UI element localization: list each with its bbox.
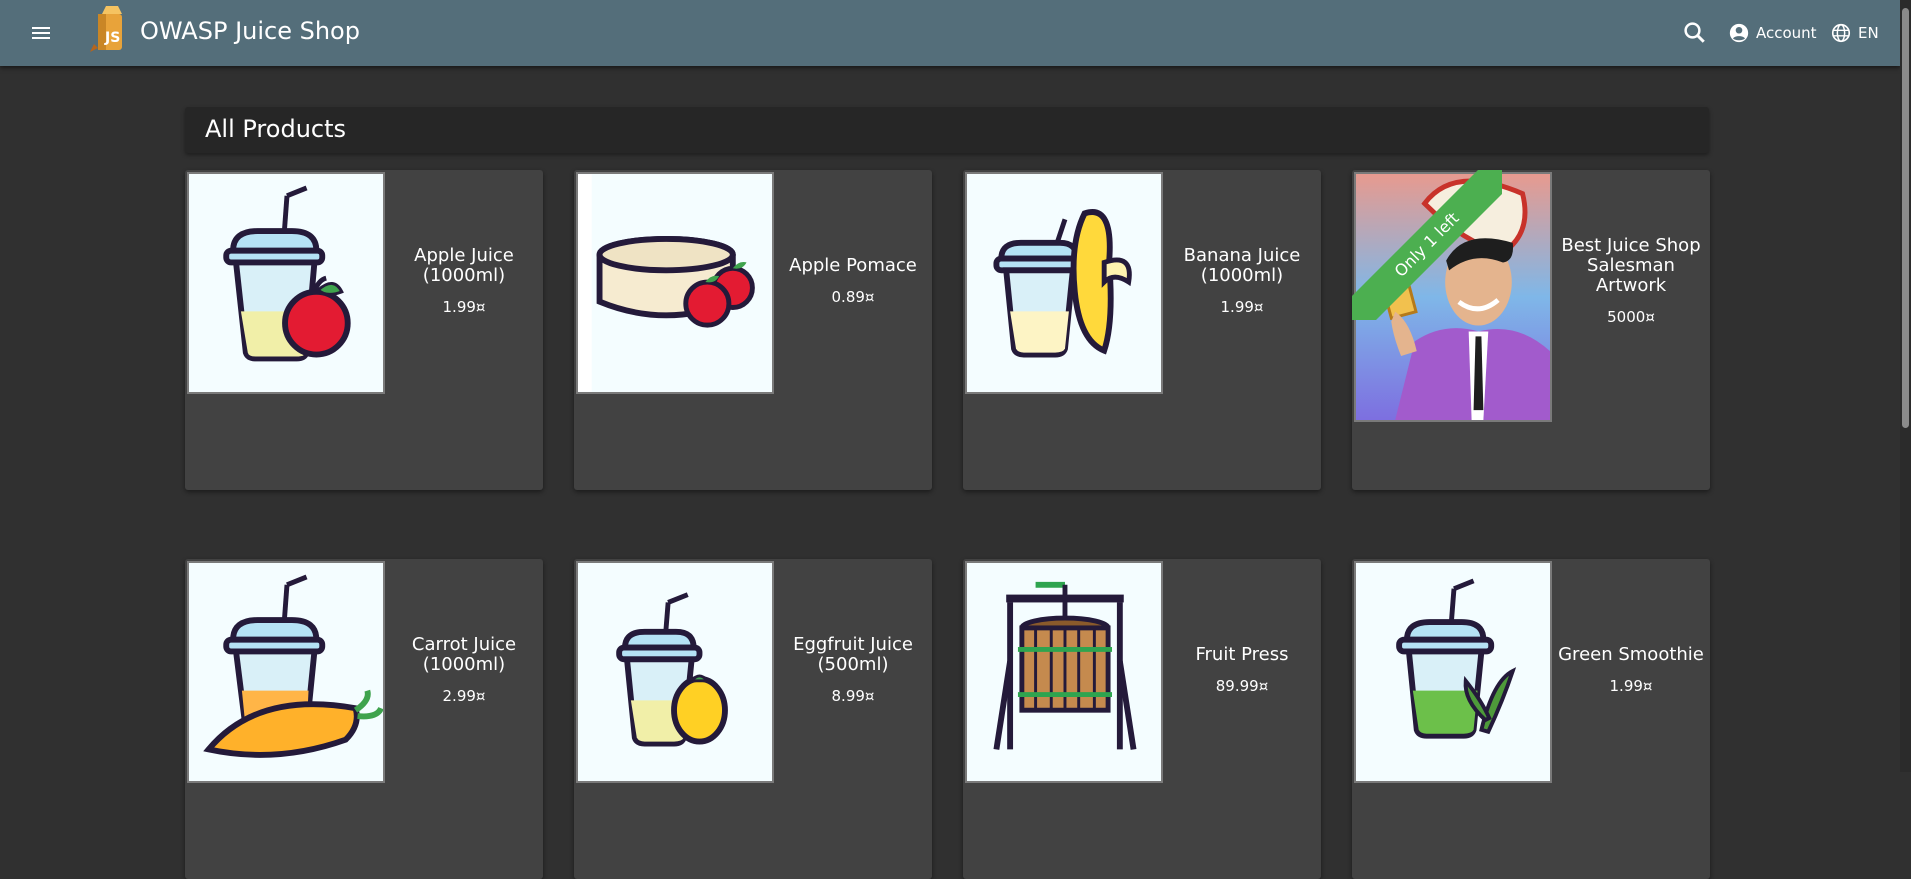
- page-title: All Products: [205, 115, 347, 143]
- product-price: 5000¤: [1607, 308, 1655, 326]
- product-name: Carrot Juice (1000ml): [411, 634, 517, 675]
- globe-icon: [1831, 23, 1851, 43]
- only-one-left-badge: Only 1 left: [1352, 170, 1502, 320]
- product-name: Apple Pomace: [789, 255, 917, 276]
- apple-juice-image: [187, 172, 385, 394]
- product-price: 1.99¤: [442, 298, 486, 316]
- green-smoothie-image: [1354, 561, 1552, 783]
- account-circle-icon: [1729, 23, 1749, 43]
- app-title[interactable]: OWASP Juice Shop: [140, 17, 360, 45]
- product-card-green-smoothie[interactable]: Green Smoothie 1.99¤: [1352, 559, 1710, 879]
- eggfruit-juice-image: [576, 561, 774, 783]
- apple-pomace-image: [576, 172, 774, 394]
- juice-shop-logo-icon[interactable]: JS: [84, 4, 134, 58]
- products-heading-bar: All Products: [185, 107, 1709, 153]
- language-button[interactable]: EN: [1830, 18, 1879, 48]
- scrollbar-thumb[interactable]: [1902, 8, 1909, 428]
- product-name: Apple Juice (1000ml): [414, 245, 514, 286]
- carrot-juice-image: [187, 561, 385, 783]
- product-card-banana-juice[interactable]: Banana Juice (1000ml) 1.99¤: [963, 170, 1321, 490]
- search-icon[interactable]: [1680, 18, 1710, 48]
- product-price: 0.89¤: [831, 288, 875, 306]
- stock-ribbon: Only 1 left: [1352, 170, 1502, 320]
- product-name: Fruit Press: [1195, 644, 1289, 665]
- product-card-apple-juice[interactable]: Apple Juice (1000ml) 1.99¤: [185, 170, 543, 490]
- fruit-press-image: [965, 561, 1163, 783]
- product-price: 8.99¤: [831, 687, 875, 705]
- product-card-salesman-artwork[interactable]: Only 1 left Best Juice Shop Salesman Art…: [1352, 170, 1710, 490]
- account-button[interactable]: Account: [1728, 18, 1817, 48]
- product-name: Best Juice Shop Salesman Artwork: [1561, 235, 1701, 296]
- product-card-apple-pomace[interactable]: Apple Pomace 0.89¤: [574, 170, 932, 490]
- product-price: 89.99¤: [1215, 677, 1269, 695]
- product-name: Eggfruit Juice (500ml): [793, 634, 913, 675]
- account-label: Account: [1756, 24, 1817, 42]
- product-card-carrot-juice[interactable]: Carrot Juice (1000ml) 2.99¤: [185, 559, 543, 879]
- product-price: 1.99¤: [1220, 298, 1264, 316]
- product-card-fruit-press[interactable]: Fruit Press 89.99¤: [963, 559, 1321, 879]
- product-name: Banana Juice (1000ml): [1183, 245, 1301, 286]
- product-name: Green Smoothie: [1558, 644, 1704, 665]
- language-label: EN: [1858, 24, 1879, 42]
- svg-text:JS: JS: [104, 30, 120, 46]
- menu-icon[interactable]: [28, 20, 54, 46]
- top-toolbar: JS OWASP Juice Shop Account EN: [0, 0, 1900, 66]
- page-scrollbar[interactable]: [1900, 0, 1911, 772]
- product-price: 2.99¤: [442, 687, 486, 705]
- product-price: 1.99¤: [1609, 677, 1653, 695]
- banana-juice-image: [965, 172, 1163, 394]
- product-card-eggfruit-juice[interactable]: Eggfruit Juice (500ml) 8.99¤: [574, 559, 932, 879]
